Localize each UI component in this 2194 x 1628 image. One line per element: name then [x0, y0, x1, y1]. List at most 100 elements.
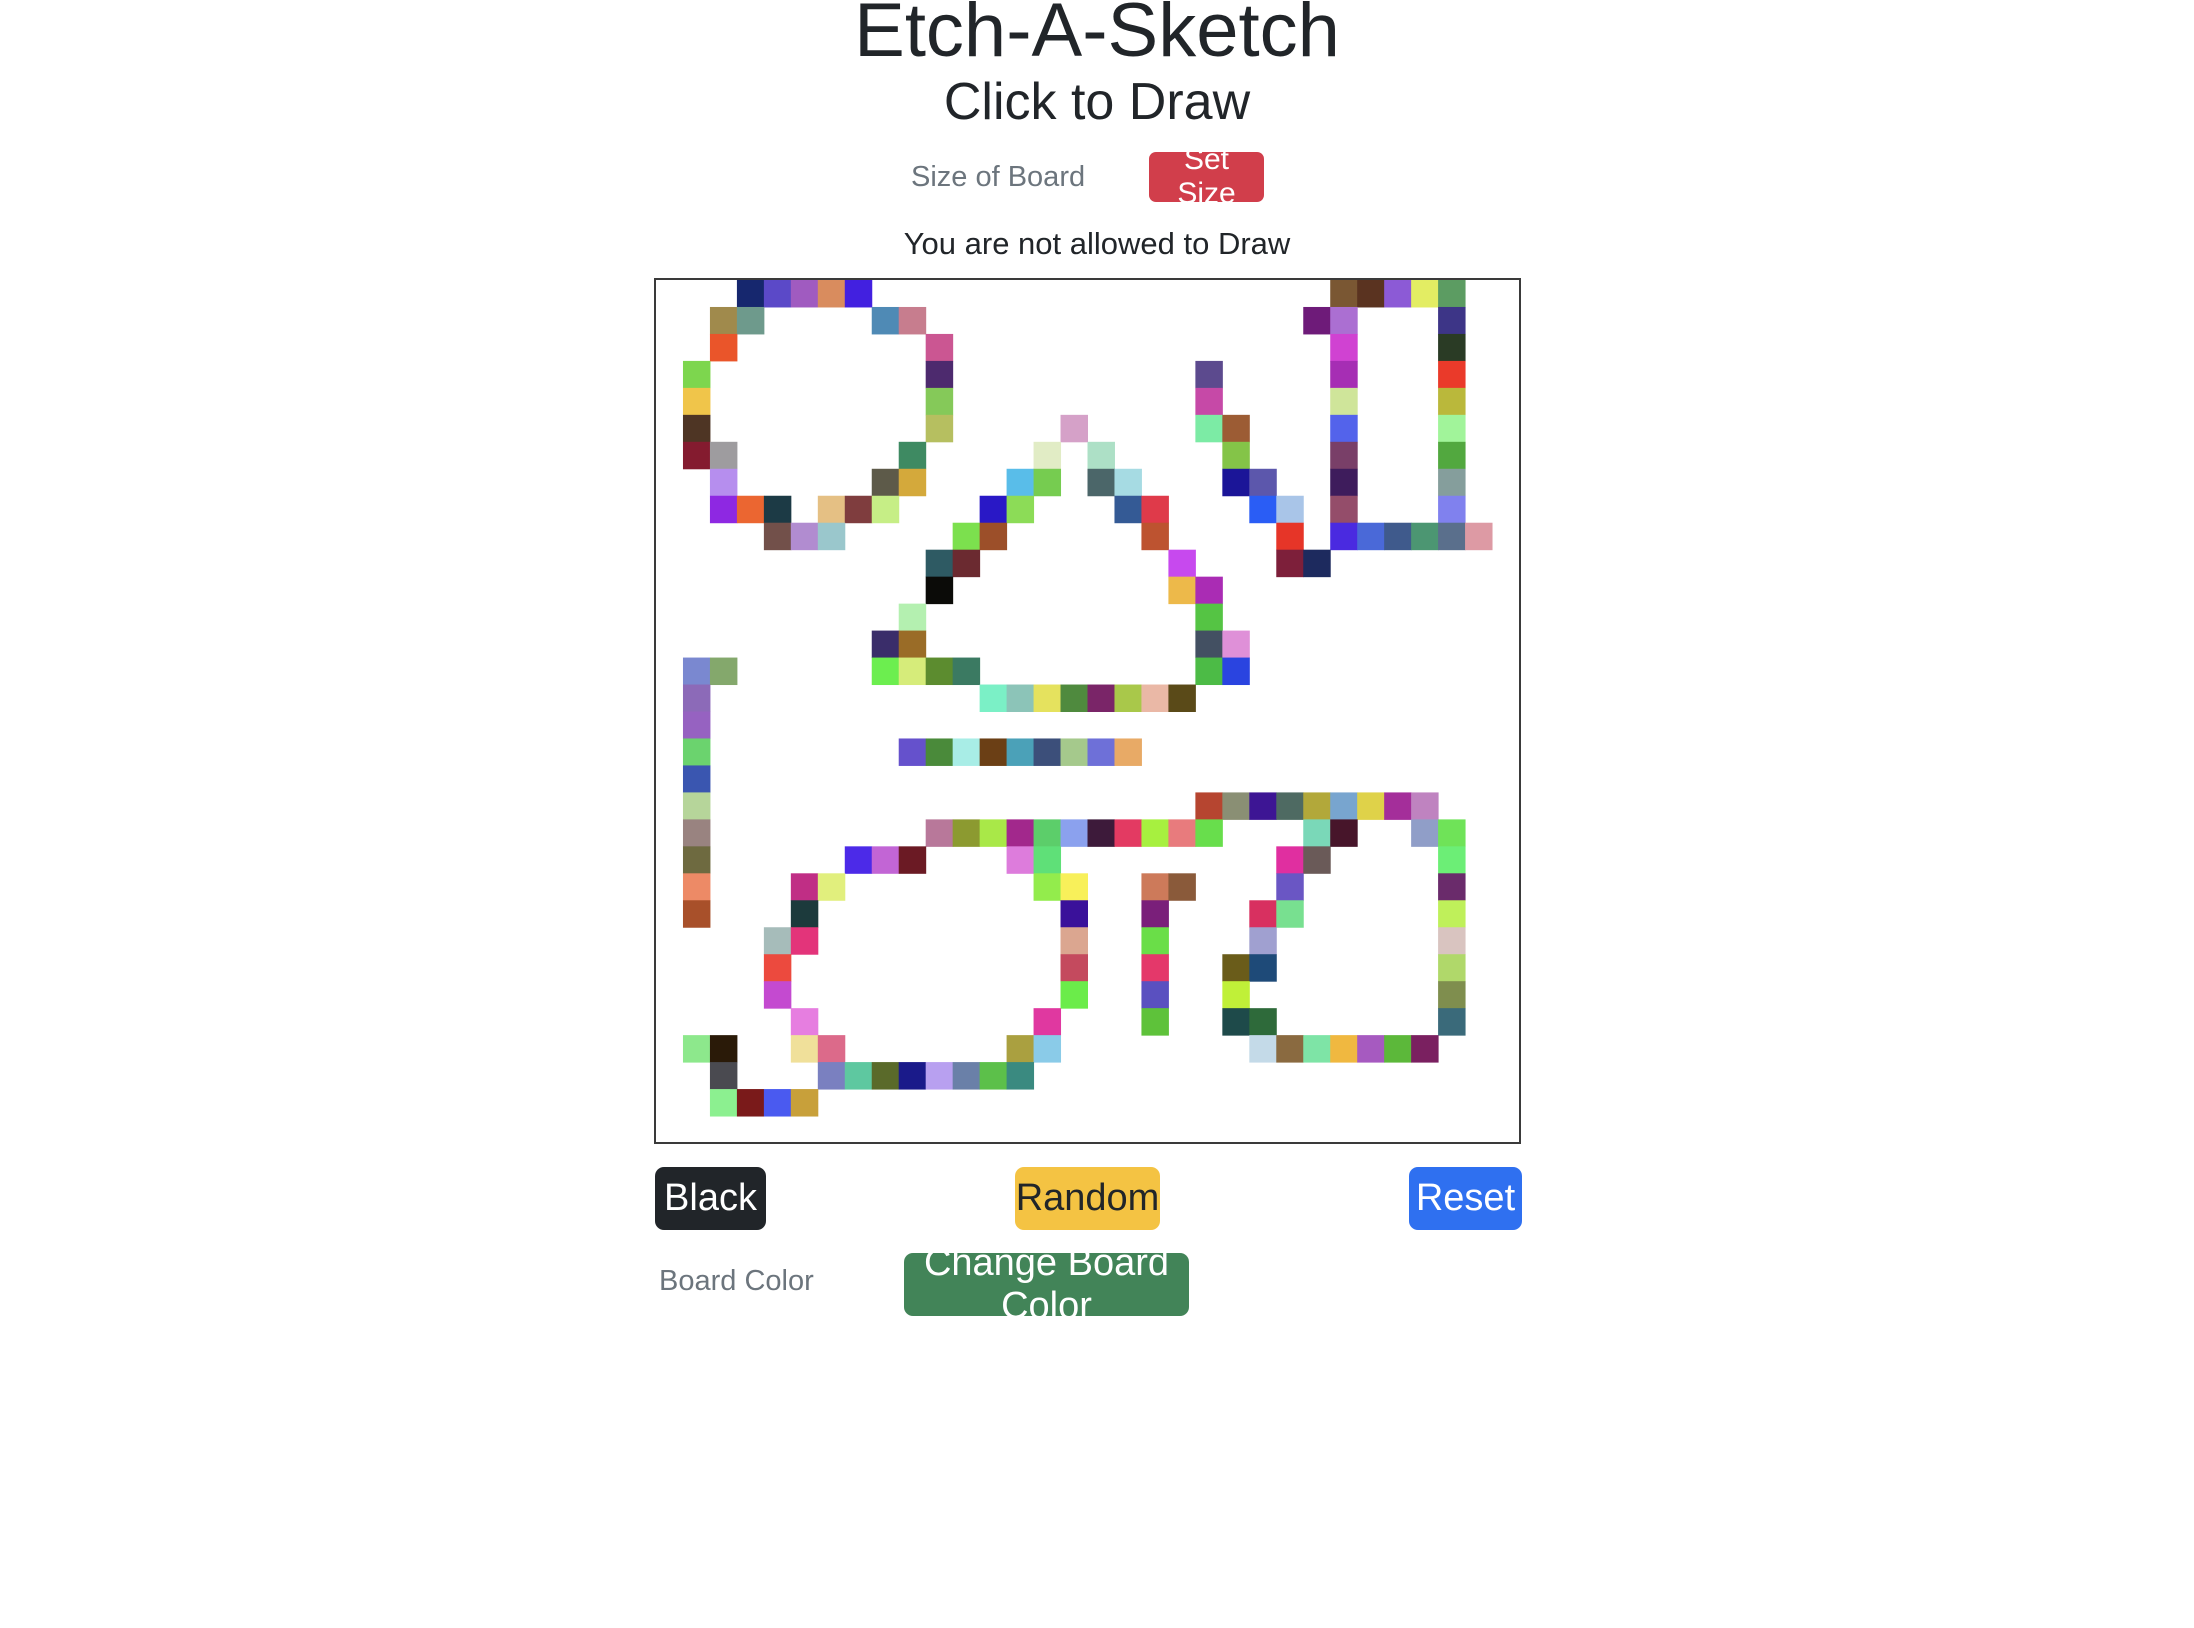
grid-cell[interactable] [871, 468, 900, 497]
grid-cell[interactable] [790, 522, 819, 551]
grid-cell[interactable] [1276, 900, 1304, 928]
grid-cell[interactable] [1438, 387, 1466, 416]
grid-cell[interactable] [1438, 1008, 1466, 1036]
grid-cell[interactable] [817, 1062, 846, 1090]
grid-cell[interactable] [1060, 900, 1088, 928]
grid-cell[interactable] [1222, 981, 1250, 1009]
grid-cell[interactable] [1006, 684, 1035, 712]
grid-cell[interactable] [952, 522, 981, 551]
grid-cell[interactable] [1438, 954, 1466, 982]
grid-cell[interactable] [763, 954, 792, 982]
grid-cell[interactable] [709, 657, 738, 686]
grid-cell[interactable] [682, 387, 711, 416]
random-color-button[interactable]: Random [1015, 1167, 1160, 1230]
grid-cell[interactable] [1330, 414, 1358, 443]
grid-cell[interactable] [898, 738, 927, 766]
grid-cell[interactable] [898, 306, 927, 335]
grid-cell[interactable] [682, 792, 711, 820]
grid-cell[interactable] [1384, 1035, 1412, 1063]
grid-cell[interactable] [1438, 819, 1466, 847]
grid-cell[interactable] [1222, 468, 1250, 497]
grid-cell[interactable] [979, 684, 1008, 712]
grid-cell[interactable] [1330, 495, 1358, 524]
sketch-grid[interactable] [656, 280, 1519, 1142]
grid-cell[interactable] [1033, 441, 1062, 470]
grid-cell[interactable] [979, 522, 1008, 551]
grid-cell[interactable] [1060, 981, 1088, 1009]
grid-cell[interactable] [763, 495, 792, 524]
grid-cell[interactable] [1276, 792, 1304, 820]
grid-cell[interactable] [1195, 387, 1223, 416]
grid-cell[interactable] [1033, 846, 1062, 874]
grid-cell[interactable] [682, 1035, 711, 1063]
grid-cell[interactable] [1303, 846, 1331, 874]
grid-cell[interactable] [1330, 468, 1358, 497]
grid-cell[interactable] [898, 1062, 927, 1090]
grid-cell[interactable] [871, 630, 900, 659]
grid-cell[interactable] [1384, 522, 1412, 551]
black-button[interactable]: Black [655, 1167, 766, 1230]
grid-cell[interactable] [1141, 495, 1169, 524]
grid-cell[interactable] [709, 468, 738, 497]
grid-cell[interactable] [1438, 495, 1466, 524]
grid-cell[interactable] [1276, 549, 1304, 578]
grid-cell[interactable] [1222, 1008, 1250, 1036]
grid-cell[interactable] [1249, 954, 1277, 982]
grid-cell[interactable] [1087, 738, 1115, 766]
grid-cell[interactable] [1438, 414, 1466, 443]
grid-cell[interactable] [925, 1062, 954, 1090]
grid-cell[interactable] [736, 280, 765, 308]
grid-cell[interactable] [1276, 873, 1304, 901]
grid-cell[interactable] [1249, 792, 1277, 820]
grid-cell[interactable] [790, 900, 819, 928]
grid-cell[interactable] [709, 1089, 738, 1117]
grid-cell[interactable] [925, 657, 954, 686]
grid-cell[interactable] [952, 738, 981, 766]
grid-cell[interactable] [1330, 819, 1358, 847]
grid-cell[interactable] [763, 280, 792, 308]
grid-cell[interactable] [1384, 280, 1412, 308]
grid-cell[interactable] [952, 819, 981, 847]
grid-cell[interactable] [1276, 522, 1304, 551]
grid-cell[interactable] [1330, 333, 1358, 362]
grid-cell[interactable] [898, 630, 927, 659]
grid-cell[interactable] [682, 819, 711, 847]
grid-cell[interactable] [1114, 819, 1142, 847]
grid-cell[interactable] [1249, 1008, 1277, 1036]
grid-cell[interactable] [763, 522, 792, 551]
grid-cell[interactable] [1114, 468, 1142, 497]
grid-cell[interactable] [763, 981, 792, 1009]
grid-cell[interactable] [1195, 360, 1223, 389]
grid-cell[interactable] [1087, 819, 1115, 847]
grid-cell[interactable] [1303, 306, 1331, 335]
grid-cell[interactable] [1438, 441, 1466, 470]
grid-cell[interactable] [871, 495, 900, 524]
grid-cell[interactable] [1141, 1008, 1169, 1036]
grid-cell[interactable] [1438, 900, 1466, 928]
grid-cell[interactable] [790, 280, 819, 308]
grid-cell[interactable] [844, 495, 873, 524]
grid-cell[interactable] [1249, 495, 1277, 524]
grid-cell[interactable] [817, 1035, 846, 1063]
grid-cell[interactable] [925, 819, 954, 847]
grid-cell[interactable] [1006, 468, 1035, 497]
grid-cell[interactable] [1330, 280, 1358, 308]
grid-cell[interactable] [925, 576, 954, 605]
grid-cell[interactable] [1249, 927, 1277, 955]
sketch-board[interactable] [654, 278, 1521, 1144]
grid-cell[interactable] [1033, 873, 1062, 901]
grid-cell[interactable] [1330, 522, 1358, 551]
grid-cell[interactable] [952, 549, 981, 578]
grid-cell[interactable] [790, 1035, 819, 1063]
grid-cell[interactable] [1222, 630, 1250, 659]
grid-cell[interactable] [871, 306, 900, 335]
grid-cell[interactable] [1060, 819, 1088, 847]
grid-cell[interactable] [871, 846, 900, 874]
grid-cell[interactable] [709, 306, 738, 335]
grid-cell[interactable] [1033, 819, 1062, 847]
grid-cell[interactable] [1330, 792, 1358, 820]
grid-cell[interactable] [1438, 873, 1466, 901]
grid-cell[interactable] [844, 1062, 873, 1090]
grid-cell[interactable] [871, 1062, 900, 1090]
grid-cell[interactable] [790, 873, 819, 901]
